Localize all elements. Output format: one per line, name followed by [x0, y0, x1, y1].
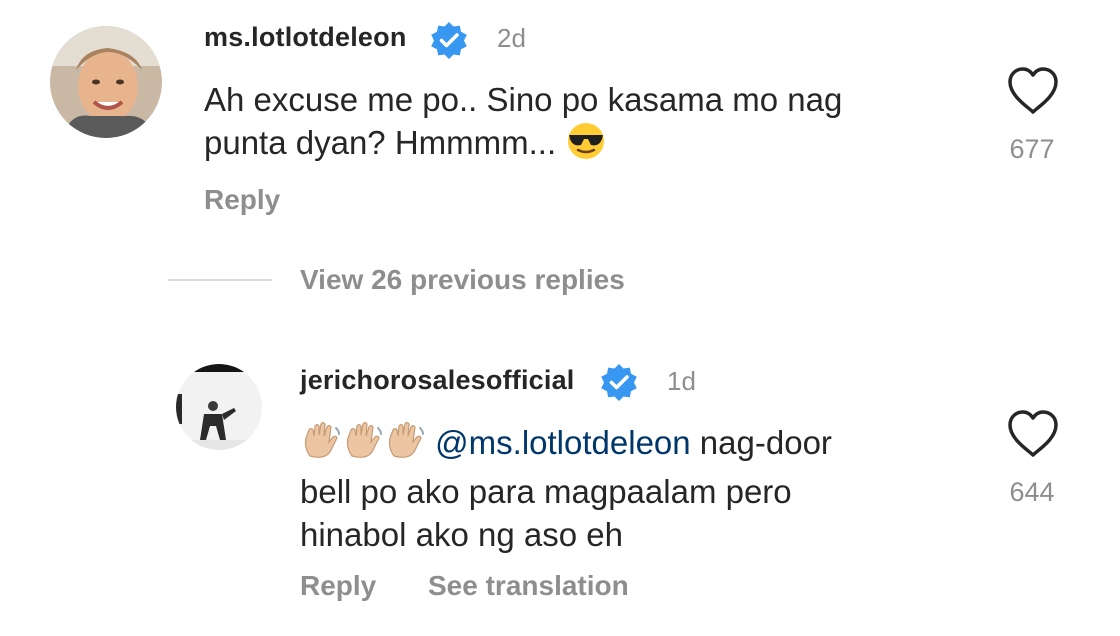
comment-text: Ah excuse me po.. Sino po kasama mo nag … [204, 78, 964, 170]
comment-username[interactable]: ms.lotlotdeleon [204, 22, 407, 53]
reply-text-line-1: @ms.lotlotdeleon nag-door [300, 420, 980, 470]
like-heart-icon[interactable] [1006, 66, 1060, 116]
like-count: 644 [1009, 477, 1055, 507]
reply-text-line-1-rest: nag-door [690, 424, 832, 461]
reply-text-line-3: hinabol ako ng aso eh [300, 516, 623, 553]
reply-text-line-2: bell po ako para magpaalam pero [300, 473, 792, 510]
avatar-ms-lotlotdeleon[interactable] [50, 26, 162, 138]
reply-username[interactable]: jerichorosalesofficial [300, 365, 575, 396]
waving-hand-emoji-icon [300, 420, 342, 470]
reply-button[interactable]: Reply [204, 184, 280, 216]
like-heart-icon[interactable] [1006, 409, 1060, 459]
avatar-jerichorosalesofficial[interactable] [176, 364, 262, 450]
verified-badge-icon [429, 20, 469, 60]
comment-text-line-2: punta dyan? Hmmmm... [204, 121, 964, 170]
see-translation-button[interactable]: See translation [428, 570, 629, 602]
comment-text-line-2-text: punta dyan? Hmmmm... [204, 124, 557, 161]
reply-text: @ms.lotlotdeleon nag-door bell po ako pa… [300, 420, 980, 556]
view-previous-replies-button[interactable]: View 26 previous replies [300, 264, 625, 296]
comment-text-line-1: Ah excuse me po.. Sino po kasama mo nag [204, 81, 843, 118]
replies-divider-line [168, 279, 272, 281]
reply-timestamp: 1d [667, 366, 696, 396]
sunglasses-emoji-icon [565, 122, 607, 170]
mention-link[interactable]: @ms.lotlotdeleon [435, 424, 690, 461]
waving-hand-emoji-icon [384, 420, 426, 470]
verified-badge-icon [599, 362, 639, 402]
waving-hand-emoji-icon [342, 420, 384, 470]
like-count: 677 [1009, 134, 1055, 164]
comment-timestamp: 2d [497, 23, 526, 53]
reply-button[interactable]: Reply [300, 570, 376, 602]
